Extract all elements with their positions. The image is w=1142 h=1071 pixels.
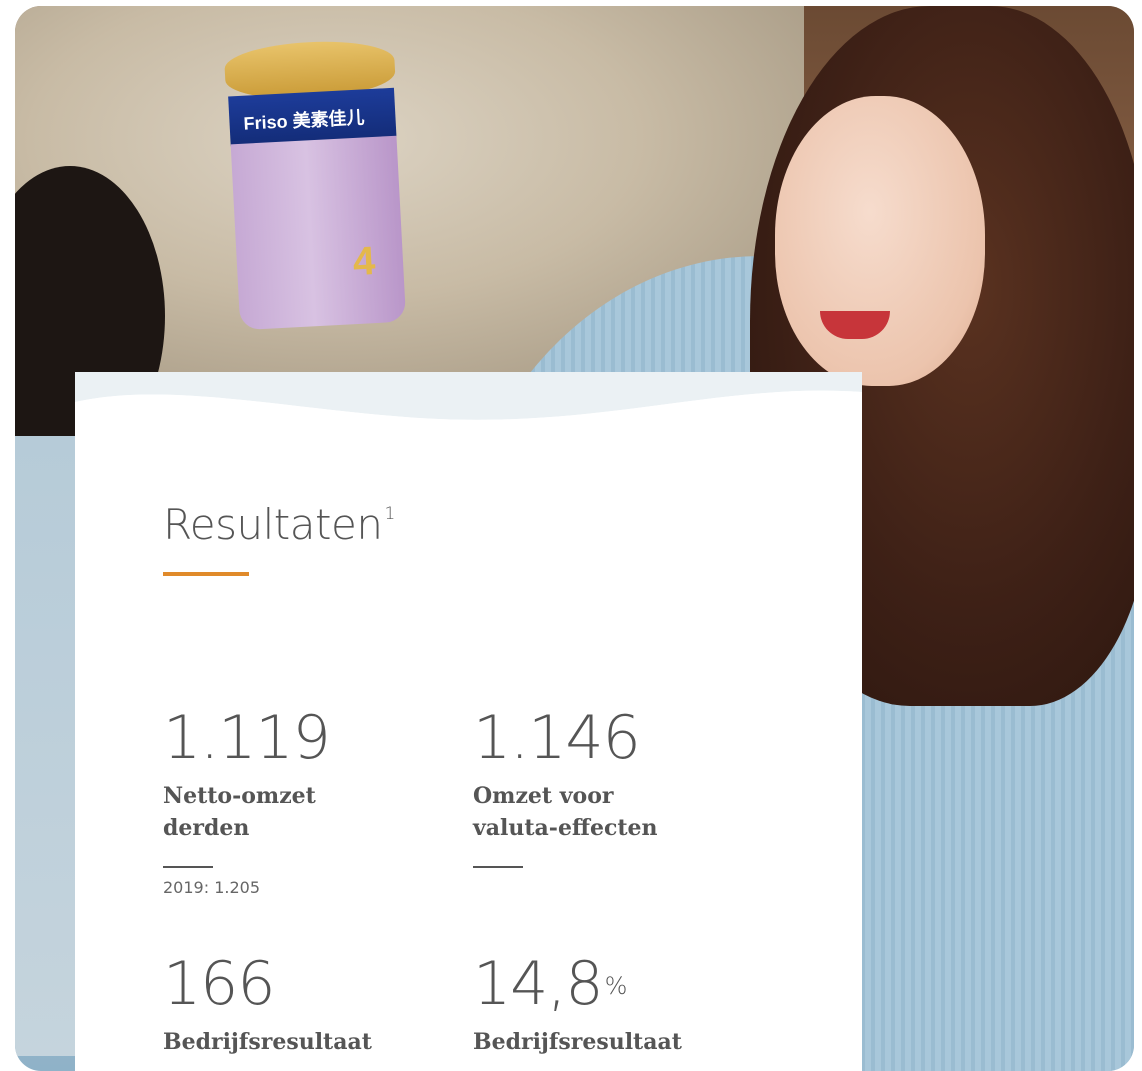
kpi-label-line: valuta-effecten xyxy=(473,815,658,841)
section-title-footnote: 1 xyxy=(384,504,395,524)
kpi-label: Omzet voor valuta-effecten xyxy=(473,780,658,844)
section-title-text: Resultaten xyxy=(163,500,383,549)
kpi-value: 1.119 xyxy=(163,703,331,773)
kpi-operating-margin: 14,8% Bedrijfsresultaat xyxy=(473,948,682,1058)
kpi-label: Bedrijfsresultaat xyxy=(473,1026,682,1058)
kpi-comparison: 2019: 1.205 xyxy=(163,878,260,897)
kpi-value-unit: % xyxy=(604,972,628,1000)
kpi-label-line: derden xyxy=(163,815,250,841)
kpi-revenue-before-currency: 1.146 Omzet voor valuta-effecten xyxy=(473,702,658,868)
section-title: Resultaten 1 xyxy=(163,500,395,549)
photo-woman-face xyxy=(775,96,985,386)
kpi-label-line: Bedrijfsresultaat xyxy=(473,1029,682,1055)
kpi-value: 14,8% xyxy=(473,948,682,1020)
kpi-label-line: Omzet voor xyxy=(473,783,614,809)
kpi-divider xyxy=(473,866,523,868)
kpi-value: 166 xyxy=(163,949,276,1019)
kpi-operating-result: 166 Bedrijfsresultaat xyxy=(163,948,372,1058)
product-stage-number: 4 xyxy=(351,239,377,285)
card-wave-edge xyxy=(75,372,862,432)
product-can-body xyxy=(230,135,407,331)
kpi-label-line: Netto-omzet xyxy=(163,783,316,809)
kpi-label: Netto-omzet derden xyxy=(163,780,330,844)
kpi-value: 1.146 xyxy=(473,703,641,773)
kpi-label-line: Bedrijfsresultaat xyxy=(163,1029,372,1055)
product-can: Friso 美素佳儿 4 xyxy=(223,37,409,336)
kpi-divider xyxy=(163,866,213,868)
title-accent-bar xyxy=(163,572,249,576)
kpi-net-revenue: 1.119 Netto-omzet derden 2019: 1.205 xyxy=(163,702,331,897)
kpi-value-number: 14,8 xyxy=(473,949,604,1019)
results-card: Resultaten 1 1.119 Netto-omzet derden 201… xyxy=(75,372,862,1071)
kpi-label: Bedrijfsresultaat xyxy=(163,1026,372,1058)
